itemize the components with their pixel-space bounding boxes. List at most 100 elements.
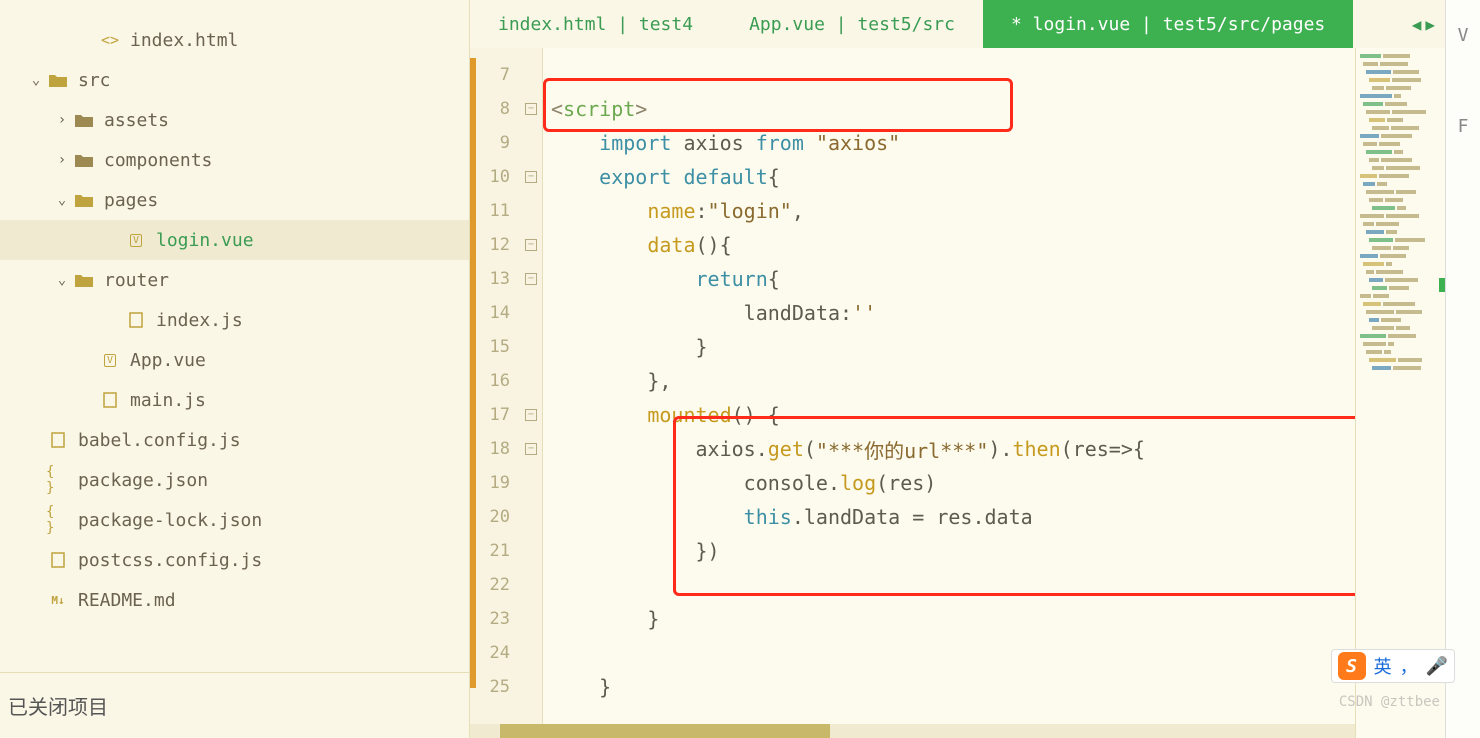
code-line[interactable]: data(){ bbox=[543, 228, 1355, 262]
tree-item-label: pages bbox=[104, 190, 158, 211]
editor-body: 78−910−1112−13−14151617−18−1920212223242… bbox=[470, 48, 1445, 738]
ime-language[interactable]: 英 bbox=[1374, 653, 1392, 679]
folder-components[interactable]: › components bbox=[0, 140, 469, 180]
code-line[interactable]: import axios from "axios" bbox=[543, 126, 1355, 160]
code-line[interactable]: this.landData = res.data bbox=[543, 500, 1355, 534]
code-line[interactable]: axios.get("***你的url***").then(res=>{ bbox=[543, 432, 1355, 466]
folder-dark-icon bbox=[72, 153, 96, 167]
folder-assets[interactable]: › assets bbox=[0, 100, 469, 140]
tree-item-label: main.js bbox=[130, 390, 206, 411]
code-line[interactable]: return{ bbox=[543, 262, 1355, 296]
file-js-icon bbox=[98, 392, 122, 408]
tree-item-label: index.html bbox=[130, 30, 238, 51]
tab-nav-right-icon[interactable]: ▶ bbox=[1425, 15, 1435, 34]
fold-toggle-icon[interactable]: − bbox=[525, 443, 537, 455]
tree-item-label: assets bbox=[104, 110, 169, 131]
editor-tab[interactable]: App.vue | test5/src bbox=[721, 0, 983, 48]
editor-tabs: index.html | test4App.vue | test5/src* l… bbox=[470, 0, 1445, 48]
code-line[interactable]: }) bbox=[543, 534, 1355, 568]
code-line[interactable] bbox=[543, 568, 1355, 602]
line-number: 24 bbox=[470, 643, 520, 663]
ime-punct[interactable]: ， bbox=[1400, 653, 1418, 679]
folder-dark-icon bbox=[72, 113, 96, 127]
closed-project-label[interactable]: 已关闭项目 bbox=[0, 672, 469, 738]
code-area[interactable]: <script> import axios from "axios" expor… bbox=[543, 48, 1355, 738]
code-line[interactable] bbox=[543, 636, 1355, 670]
editor-tab[interactable]: * login.vue | test5/src/pages bbox=[983, 0, 1353, 48]
code-line[interactable]: console.log(res) bbox=[543, 466, 1355, 500]
scrollbar-thumb[interactable] bbox=[500, 724, 830, 738]
file-js-icon bbox=[46, 552, 70, 568]
watermark: CSDN @zttbee bbox=[1339, 694, 1440, 710]
folder-icon bbox=[72, 193, 96, 207]
file-readme-md[interactable]: M↓ README.md bbox=[0, 580, 469, 620]
folder-router[interactable]: ⌄ router bbox=[0, 260, 469, 300]
file-tree[interactable]: <> index.html⌄ src› assets› components⌄ … bbox=[0, 0, 469, 672]
change-indicator bbox=[470, 58, 476, 688]
ime-indicator[interactable]: S 英 ， 🎤 bbox=[1331, 649, 1455, 683]
line-number: 20 bbox=[470, 507, 520, 527]
chevron-down-icon: ⌄ bbox=[26, 72, 46, 88]
tree-item-label: router bbox=[104, 270, 169, 291]
line-number: 8 bbox=[470, 99, 520, 119]
file-index-html[interactable]: <> index.html bbox=[0, 20, 469, 60]
tree-item-label: index.js bbox=[156, 310, 243, 331]
file-code-icon: <> bbox=[98, 31, 122, 49]
tab-nav-left-icon[interactable]: ◀ bbox=[1412, 15, 1422, 34]
editor-area: index.html | test4App.vue | test5/src* l… bbox=[470, 0, 1445, 738]
right-strip-item[interactable]: V bbox=[1458, 25, 1469, 46]
chevron-right-icon: › bbox=[52, 112, 72, 128]
file-index-js[interactable]: index.js bbox=[0, 300, 469, 340]
code-line[interactable]: } bbox=[543, 602, 1355, 636]
code-line[interactable]: mounted() { bbox=[543, 398, 1355, 432]
tree-item-label: src bbox=[78, 70, 111, 91]
tree-item-label: components bbox=[104, 150, 212, 171]
fold-toggle-icon[interactable]: − bbox=[525, 409, 537, 421]
file-postcss-config-js[interactable]: postcss.config.js bbox=[0, 540, 469, 580]
folder-src[interactable]: ⌄ src bbox=[0, 60, 469, 100]
line-number: 15 bbox=[470, 337, 520, 357]
ime-logo-icon: S bbox=[1338, 652, 1366, 680]
tree-item-label: App.vue bbox=[130, 350, 206, 371]
line-number: 21 bbox=[470, 541, 520, 561]
file-package-json[interactable]: { } package.json bbox=[0, 460, 469, 500]
minimap[interactable] bbox=[1355, 48, 1445, 738]
fold-toggle-icon[interactable]: − bbox=[525, 103, 537, 115]
file-app-vue[interactable]: V App.vue bbox=[0, 340, 469, 380]
tree-item-label: babel.config.js bbox=[78, 430, 241, 451]
code-line[interactable]: }, bbox=[543, 364, 1355, 398]
chevron-down-icon: ⌄ bbox=[52, 272, 72, 288]
fold-toggle-icon[interactable]: − bbox=[525, 273, 537, 285]
file-js-icon bbox=[124, 312, 148, 328]
right-strip-item[interactable]: F bbox=[1458, 116, 1469, 137]
tree-item-label: package-lock.json bbox=[78, 510, 262, 531]
folder-icon bbox=[72, 273, 96, 287]
file-main-js[interactable]: main.js bbox=[0, 380, 469, 420]
fold-toggle-icon[interactable]: − bbox=[525, 171, 537, 183]
folder-pages[interactable]: ⌄ pages bbox=[0, 180, 469, 220]
code-line[interactable]: landData:'' bbox=[543, 296, 1355, 330]
code-line[interactable] bbox=[543, 58, 1355, 92]
file-md-icon: M↓ bbox=[46, 594, 70, 607]
file-vue-icon: V bbox=[124, 234, 148, 247]
fold-toggle-icon[interactable]: − bbox=[525, 239, 537, 251]
code-line[interactable]: export default{ bbox=[543, 160, 1355, 194]
line-number: 12 bbox=[470, 235, 520, 255]
line-number: 19 bbox=[470, 473, 520, 493]
editor-tab[interactable]: index.html | test4 bbox=[470, 0, 721, 48]
file-js-icon bbox=[46, 432, 70, 448]
microphone-icon[interactable]: 🎤 bbox=[1426, 656, 1448, 677]
file-login-vue[interactable]: V login.vue bbox=[0, 220, 469, 260]
file-json-icon: { } bbox=[46, 464, 70, 496]
code-line[interactable]: } bbox=[543, 330, 1355, 364]
line-number: 11 bbox=[470, 201, 520, 221]
code-line[interactable]: name:"login", bbox=[543, 194, 1355, 228]
line-number: 10 bbox=[470, 167, 520, 187]
horizontal-scrollbar[interactable] bbox=[470, 724, 1355, 738]
line-number: 22 bbox=[470, 575, 520, 595]
code-line[interactable]: <script> bbox=[543, 92, 1355, 126]
gutter[interactable]: 78−910−1112−13−14151617−18−1920212223242… bbox=[470, 48, 543, 738]
file-package-lock-json[interactable]: { } package-lock.json bbox=[0, 500, 469, 540]
file-babel-config-js[interactable]: babel.config.js bbox=[0, 420, 469, 460]
code-line[interactable]: } bbox=[543, 670, 1355, 704]
